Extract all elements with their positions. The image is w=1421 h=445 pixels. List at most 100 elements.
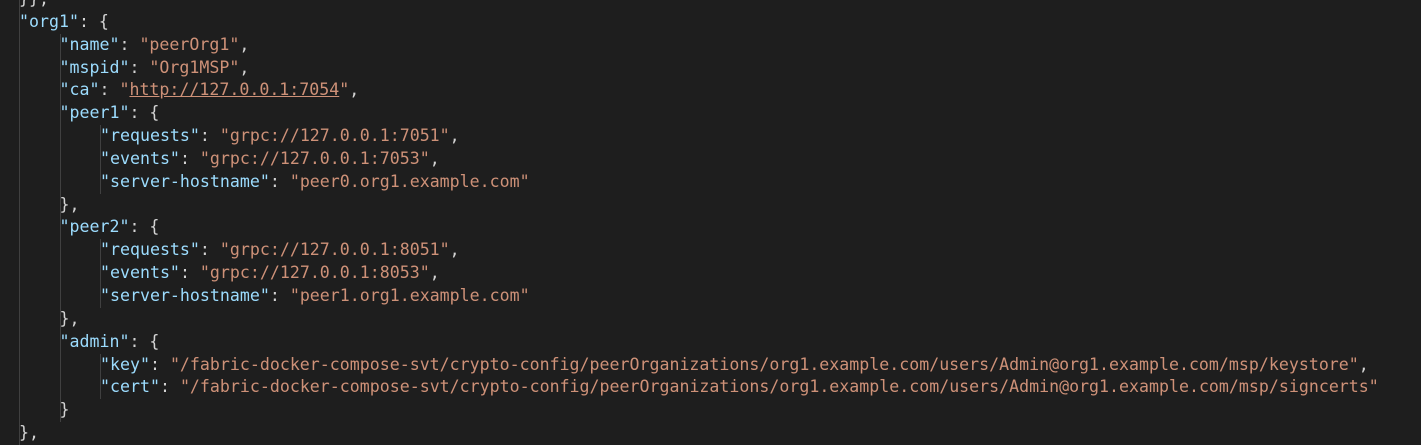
json-string: "grpc://127.0.0.1:8053" <box>199 263 430 283</box>
json-key: "key" <box>100 354 150 374</box>
punctuation: , <box>239 57 250 77</box>
punctuation: : { <box>129 217 160 237</box>
code-line[interactable]: }, <box>0 193 1421 217</box>
indent-guide <box>59 147 61 171</box>
json-string: "peer1.org1.example.com" <box>289 285 530 305</box>
code-line[interactable]: "org1": { <box>0 10 1421 34</box>
code-line[interactable]: "cert": "/fabric-docker-compose-svt/cryp… <box>0 376 1421 400</box>
code-line[interactable]: "requests": "grpc://127.0.0.1:7051", <box>0 125 1421 148</box>
indent-guide <box>19 399 20 423</box>
code-line[interactable]: "server-hostname": "peer1.org1.example.c… <box>0 284 1421 308</box>
code-line[interactable]: "server-hostname": "peer0.org1.example.c… <box>0 170 1421 194</box>
code-line[interactable]: "name": "peerOrg1", <box>0 33 1421 57</box>
json-key: "admin" <box>59 331 130 351</box>
indent-guide <box>59 125 61 148</box>
code-text: "key": "/fabric-docker-compose-svt/crypt… <box>100 354 1369 377</box>
json-string: " <box>339 80 350 100</box>
code-text: "peer1": { <box>60 102 160 125</box>
punctuation: : <box>199 126 220 146</box>
code-line[interactable]: }, <box>0 422 1421 445</box>
code-text: }, <box>60 194 80 217</box>
indent-guide <box>19 102 20 126</box>
punctuation: , <box>429 148 440 168</box>
code-line[interactable]: "admin": { <box>0 330 1421 354</box>
json-key: "mspid" <box>59 57 130 77</box>
indent-guide <box>19 216 20 240</box>
json-key: "cert" <box>100 377 160 397</box>
indent-guide <box>19 170 20 194</box>
punctuation: : <box>159 377 180 397</box>
code-line[interactable]: }}, <box>0 0 1421 11</box>
indent-guide <box>19 239 20 263</box>
json-string: "grpc://127.0.0.1:8051" <box>219 240 450 260</box>
punctuation: : <box>129 57 150 77</box>
code-line[interactable]: "key": "/fabric-docker-compose-svt/crypt… <box>0 353 1421 377</box>
indent-guide <box>19 147 20 171</box>
json-key: "ca" <box>59 80 100 100</box>
punctuation: : <box>179 263 200 283</box>
indent-guide <box>19 262 20 285</box>
json-key: "server-hostname" <box>100 171 270 191</box>
json-key: "server-hostname" <box>100 285 270 305</box>
punctuation: }, <box>59 194 80 214</box>
indent-guide <box>59 170 61 194</box>
punctuation: : <box>149 354 170 374</box>
code-line[interactable]: }, <box>0 307 1421 331</box>
punctuation: : <box>179 148 200 168</box>
indent-guide <box>59 239 61 263</box>
punctuation: : <box>199 240 220 260</box>
code-text: "name": "peerOrg1", <box>60 34 250 57</box>
url-link[interactable]: http://127.0.0.1:7054 <box>129 80 339 99</box>
indent-guide <box>59 262 61 285</box>
indent-guide <box>19 125 20 148</box>
code-line[interactable]: "events": "grpc://127.0.0.1:7053", <box>0 147 1421 171</box>
indent-guide <box>19 376 20 400</box>
code-text: "mspid": "Org1MSP", <box>60 57 250 80</box>
indent-guide <box>59 353 61 377</box>
indent-guide <box>19 307 20 331</box>
punctuation: , <box>449 240 460 260</box>
indent-guide <box>19 330 20 354</box>
json-key: "name" <box>59 34 120 54</box>
code-line[interactable]: "ca": "http://127.0.0.1:7054", <box>0 79 1421 103</box>
json-string: " <box>119 80 130 100</box>
code-text: } <box>60 399 70 422</box>
code-text: }}, <box>19 0 49 11</box>
code-line[interactable]: "peer2": { <box>0 216 1421 240</box>
json-key: "requests" <box>100 126 200 146</box>
code-line[interactable]: "requests": "grpc://127.0.0.1:8051", <box>0 239 1421 263</box>
code-line[interactable]: "peer1": { <box>0 102 1421 126</box>
code-text: "requests": "grpc://127.0.0.1:8051", <box>100 239 460 262</box>
json-string: "grpc://127.0.0.1:7051" <box>219 126 450 146</box>
code-text: }, <box>19 422 39 445</box>
code-text: "server-hostname": "peer1.org1.example.c… <box>100 285 530 308</box>
code-line[interactable]: "events": "grpc://127.0.0.1:8053", <box>0 262 1421 285</box>
code-text: "org1": { <box>19 11 109 34</box>
punctuation: , <box>429 263 440 283</box>
indent-guide <box>59 284 61 308</box>
json-string: "/fabric-docker-compose-svt/crypto-confi… <box>179 377 1379 397</box>
json-key: "events" <box>100 263 180 283</box>
code-text: "peer2": { <box>60 216 160 239</box>
indent-guide <box>19 193 20 217</box>
code-text: "requests": "grpc://127.0.0.1:7051", <box>100 125 460 148</box>
punctuation: : <box>269 171 290 191</box>
code-editor[interactable]: }},"org1": {"name": "peerOrg1","mspid": … <box>0 0 1421 445</box>
punctuation: }, <box>59 308 80 328</box>
punctuation: , <box>239 34 250 54</box>
json-key: "requests" <box>100 240 200 260</box>
json-key: "peer2" <box>59 217 130 237</box>
code-line[interactable]: "mspid": "Org1MSP", <box>0 56 1421 80</box>
json-key: "org1" <box>19 11 79 31</box>
punctuation: : { <box>129 103 160 123</box>
json-string: "/fabric-docker-compose-svt/crypto-confi… <box>169 354 1359 374</box>
code-text: "admin": { <box>60 331 160 354</box>
indent-guide <box>19 284 20 308</box>
punctuation: : { <box>129 331 160 351</box>
punctuation: , <box>449 126 460 146</box>
code-line[interactable]: } <box>0 399 1421 423</box>
indent-guide <box>19 56 20 80</box>
punctuation: : <box>269 285 290 305</box>
indent-guide <box>59 376 61 400</box>
punctuation: : <box>99 80 120 100</box>
